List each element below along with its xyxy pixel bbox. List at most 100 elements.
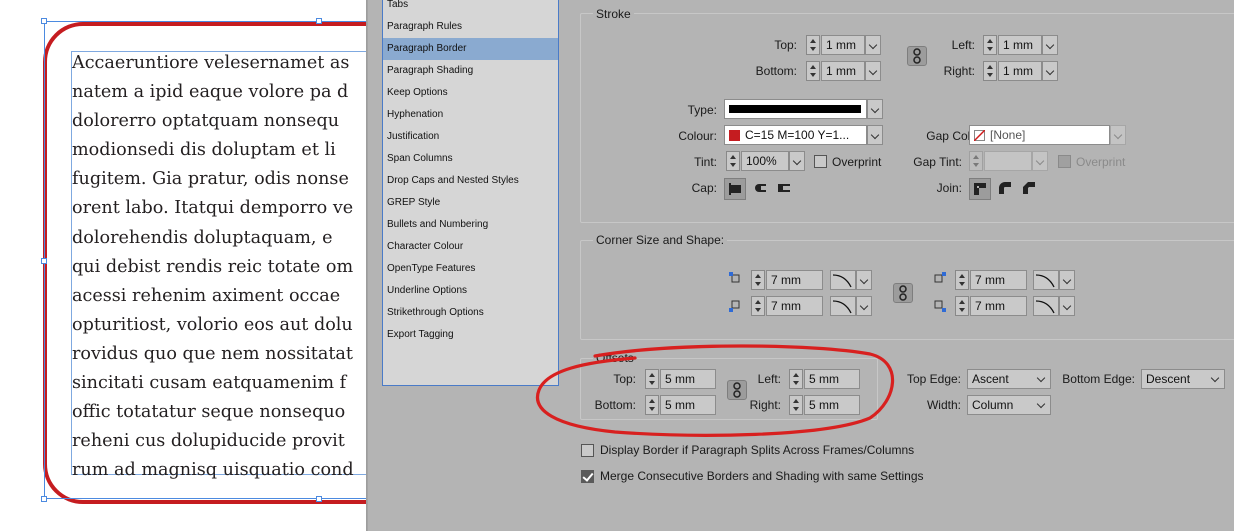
display-border-label: Display Border if Paragraph Splits Acros… [600,443,915,457]
bottom-left-corner-icon [729,299,741,317]
selection-handle[interactable] [41,496,47,502]
stroke-top-stepper[interactable] [806,35,820,55]
body-text: Accaeruntiore velesernamet as natem a ipi… [72,49,368,485]
corner-br-shape-dropdown[interactable] [1059,296,1075,316]
gap-tint-dropdown[interactable] [1032,151,1048,171]
selection-handle[interactable] [41,258,47,264]
stroke-top-label: Top: [774,38,797,52]
category-item-justification[interactable]: Justification [383,126,558,148]
corner-link-icon[interactable] [893,283,913,303]
merge-borders-checkbox[interactable] [581,470,594,483]
stroke-right-dropdown[interactable] [1042,61,1058,81]
category-item-opentype-features[interactable]: OpenType Features [383,258,558,280]
stroke-tint-field[interactable]: 100% [741,151,789,171]
corner-tl-stepper[interactable] [751,270,765,290]
top-edge-select[interactable]: Ascent [967,369,1051,389]
category-item-underline-options[interactable]: Underline Options [383,280,558,302]
body-text-line: offic totatatur seque nonsequo [72,402,346,423]
stroke-bottom-stepper[interactable] [806,61,820,81]
corner-bl-shape[interactable] [830,296,856,316]
corner-tl-shape[interactable] [830,270,856,290]
bottom-edge-select[interactable]: Descent [1141,369,1225,389]
cap-label: Cap: [691,181,717,195]
selection-handle[interactable] [316,496,322,502]
colour-swatch-icon [729,130,740,141]
body-text-line: opturitiost, volorio eos aut dolu [72,314,353,335]
display-border-checkbox[interactable] [581,444,594,457]
miter-join-icon[interactable] [969,178,991,200]
solid-line-preview [729,105,861,113]
gap-colour-select[interactable]: [None] [969,125,1110,145]
gap-tint-label: Gap Tint: [913,155,962,169]
stroke-left-stepper[interactable] [983,35,997,55]
corner-tl-shape-dropdown[interactable] [856,270,872,290]
body-text-line: rovidus quo que nem nossitatat [72,343,353,364]
gap-overprint-label: Overprint [1076,155,1126,169]
category-item-paragraph-rules[interactable]: Paragraph Rules [383,16,558,38]
category-item-tabs[interactable]: Tabs [383,0,558,16]
stroke-top-field[interactable]: 1 mm [821,35,865,55]
stroke-type-label: Type: [687,103,717,117]
category-item-hyphenation[interactable]: Hyphenation [383,104,558,126]
stroke-type-select[interactable] [724,99,867,119]
corner-bl-shape-dropdown[interactable] [856,296,872,316]
category-list[interactable]: Tabs Paragraph Rules Paragraph Border Parag… [382,0,559,386]
stroke-tint-label: Tint: [694,155,717,169]
stroke-left-dropdown[interactable] [1042,35,1058,55]
stroke-colour-select[interactable]: C=15 M=100 Y=1... [724,125,867,145]
gap-tint-stepper[interactable] [969,151,983,171]
document-canvas[interactable]: Accaeruntiore velesernamet as natem a ipi… [0,0,368,531]
corner-br-stepper[interactable] [955,296,969,316]
stroke-type-dropdown[interactable] [867,99,883,119]
body-text-line: modionsedi dis doluptam et li [72,140,336,161]
body-text-line: dolorehendis doluptaquam, e [72,227,333,248]
selection-handle[interactable] [41,18,47,24]
category-item-paragraph-shading[interactable]: Paragraph Shading [383,60,558,82]
corner-tr-shape[interactable] [1033,270,1059,290]
category-item-grep-style[interactable]: GREP Style [383,192,558,214]
corner-br-field[interactable]: 7 mm [970,296,1027,316]
category-item-keep-options[interactable]: Keep Options [383,82,558,104]
body-text-line: acessi rehenim aximent occae [72,285,341,306]
category-item-paragraph-border[interactable]: Paragraph Border [383,38,558,60]
gap-tint-field[interactable] [984,151,1032,171]
stroke-bottom-dropdown[interactable] [865,61,881,81]
stroke-right-field[interactable]: 1 mm [998,61,1042,81]
corner-title: Corner Size and Shape: [593,233,728,247]
join-label: Join: [936,181,962,195]
stroke-left-field[interactable]: 1 mm [998,35,1042,55]
stroke-top-dropdown[interactable] [865,35,881,55]
stroke-tint-dropdown[interactable] [789,151,805,171]
round-join-icon[interactable] [995,178,1017,200]
category-item-strikethrough-options[interactable]: Strikethrough Options [383,302,558,324]
gap-overprint-checkbox[interactable] [1058,155,1071,168]
bevel-join-icon[interactable] [1019,178,1041,200]
category-item-drop-caps-and-nested-styles[interactable]: Drop Caps and Nested Styles [383,170,558,192]
body-text-line: reheni cus dolupiducide provit [72,431,345,452]
corner-bl-stepper[interactable] [751,296,765,316]
stroke-right-stepper[interactable] [983,61,997,81]
category-item-span-columns[interactable]: Span Columns [383,148,558,170]
category-item-character-colour[interactable]: Character Colour [383,236,558,258]
stroke-bottom-field[interactable]: 1 mm [821,61,865,81]
merge-borders-label: Merge Consecutive Borders and Shading wi… [600,469,924,483]
overprint-checkbox[interactable] [814,155,827,168]
corner-br-shape[interactable] [1033,296,1059,316]
projecting-cap-icon[interactable] [774,178,796,200]
selection-handle[interactable] [316,18,322,24]
butt-cap-icon[interactable] [724,178,746,200]
corner-tr-stepper[interactable] [955,270,969,290]
corner-tr-field[interactable]: 7 mm [970,270,1027,290]
corner-tr-shape-dropdown[interactable] [1059,270,1075,290]
width-select[interactable]: Column [967,395,1051,415]
body-text-line: natem a ipid eaque volore pa d [72,82,349,103]
corner-tl-field[interactable]: 7 mm [766,270,823,290]
body-text-line: dolorerro optatquam nonsequ [72,111,340,132]
bottom-edge-label: Bottom Edge: [1062,372,1135,386]
corner-bl-field[interactable]: 7 mm [766,296,823,316]
bottom-right-corner-icon [934,299,946,317]
stroke-tint-stepper[interactable] [726,151,740,171]
round-cap-icon[interactable] [750,178,772,200]
category-item-bullets-and-numbering[interactable]: Bullets and Numbering [383,214,558,236]
gap-colour-dropdown[interactable] [1110,125,1126,145]
